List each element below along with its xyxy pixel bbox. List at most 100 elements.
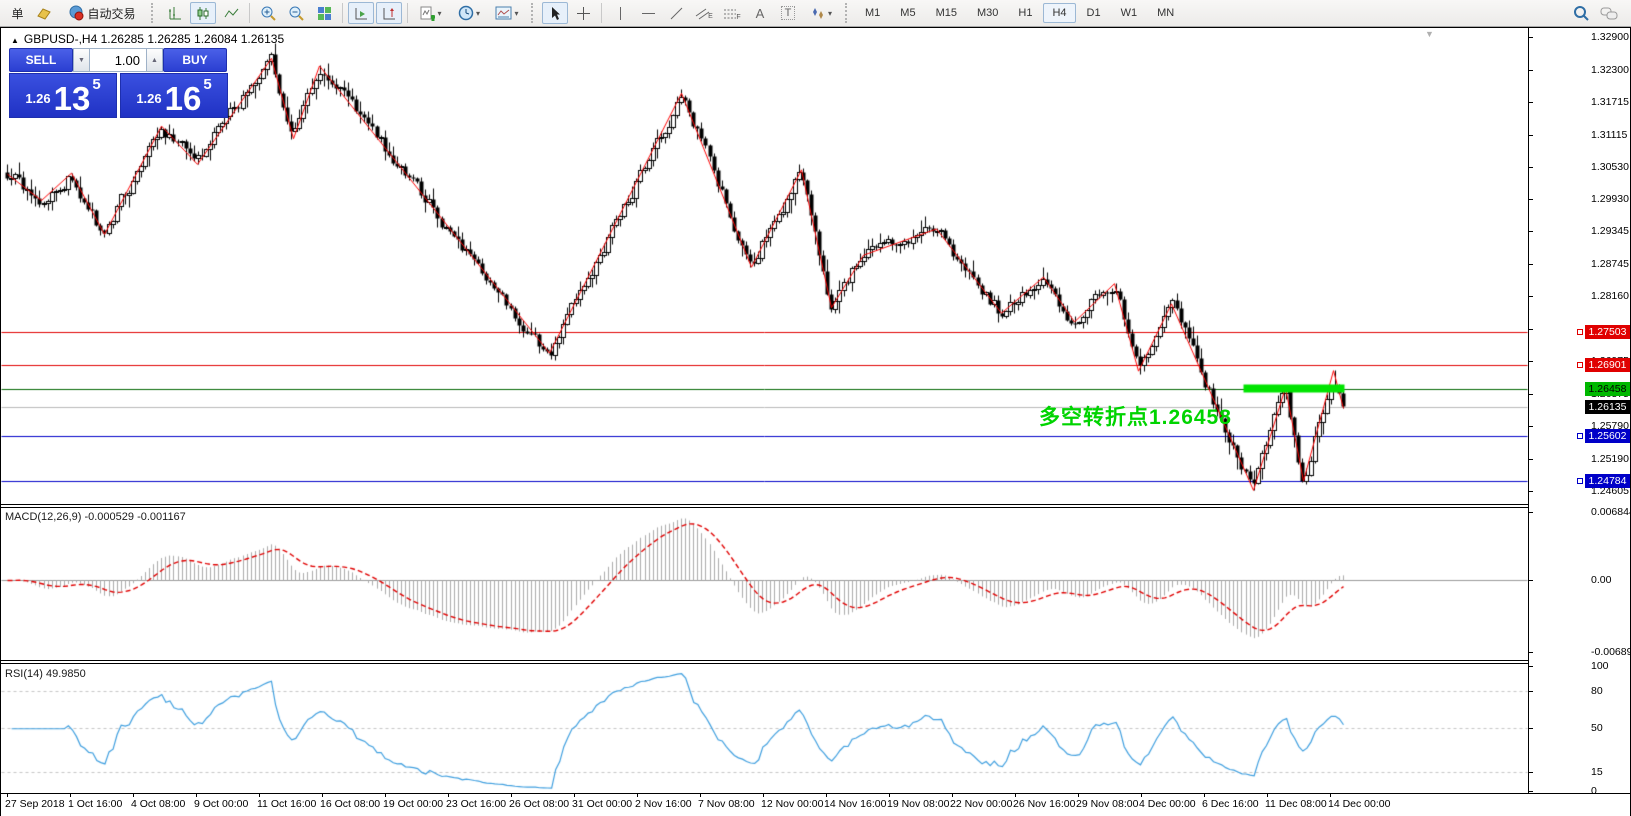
sell-price-big: 13 [54, 85, 91, 113]
time-tick-label: 26 Oct 08:00 [509, 798, 569, 810]
toolbar-drag-handle[interactable] [845, 3, 850, 23]
chevron-down-icon: ▾ [828, 9, 832, 18]
timeframe-m1[interactable]: M1 [856, 3, 889, 23]
axis-tick-mark [1529, 426, 1533, 427]
rsi-tick-label: 50 [1591, 722, 1603, 734]
text-tool-button[interactable]: A [747, 2, 773, 24]
time-tick-mark [1330, 794, 1331, 797]
chat-button[interactable] [1596, 2, 1622, 24]
search-button[interactable] [1568, 2, 1594, 24]
auto-scroll-button[interactable] [348, 2, 374, 24]
text-label-button[interactable]: T [775, 2, 801, 24]
candlestick-chart-button[interactable] [190, 2, 216, 24]
time-tick-label: 12 Nov 00:00 [761, 798, 823, 810]
price-level-tag: 1.27503 [1585, 325, 1630, 339]
price-axis[interactable]: 1.329001.323001.317151.311151.305301.299… [1529, 28, 1630, 793]
axis-tick-mark [1529, 70, 1533, 71]
level-connector-square [1577, 362, 1583, 368]
time-tick-mark [574, 794, 575, 797]
crosshair-button[interactable] [570, 2, 596, 24]
vertical-line-button[interactable] [607, 2, 633, 24]
bar-chart-button[interactable] [162, 2, 188, 24]
channel-glyph: E [708, 13, 713, 20]
buy-price-box[interactable]: 1.26 16 5 [120, 73, 228, 118]
axis-tick-mark [1529, 296, 1533, 297]
equidistant-channel-button[interactable]: E [691, 2, 717, 24]
timeframe-h1[interactable]: H1 [1009, 3, 1041, 23]
tile-windows-button[interactable] [311, 2, 337, 24]
toolbar-right [1567, 2, 1623, 24]
axis-tick-mark [1529, 361, 1533, 362]
new-order-button[interactable]: 单 [3, 2, 29, 24]
time-tick-label: 23 Oct 16:00 [446, 798, 506, 810]
bar-chart-icon [168, 6, 183, 21]
rsi-label: RSI(14) 49.9850 [5, 668, 86, 680]
autotrading-button[interactable]: 自动交易 [59, 2, 145, 24]
price-level-tag: 1.26458 [1585, 382, 1630, 396]
gold-book-icon[interactable] [31, 2, 57, 24]
line-chart-button[interactable] [218, 2, 244, 24]
macd-canvas[interactable] [1, 508, 1528, 660]
toolbar-drag-handle[interactable] [531, 3, 536, 23]
timeframe-h4[interactable]: H4 [1043, 3, 1075, 23]
axis-tick-mark [1529, 772, 1533, 773]
time-axis[interactable]: 27 Sep 20181 Oct 16:004 Oct 08:009 Oct 0… [1, 794, 1630, 816]
buy-price-big: 16 [165, 85, 202, 113]
axis-tick-mark [1529, 135, 1533, 136]
time-tick-label: 16 Oct 08:00 [320, 798, 380, 810]
timeframe-m30[interactable]: M30 [968, 3, 1007, 23]
timeframe-mn[interactable]: MN [1148, 3, 1183, 23]
chart-shift-button[interactable] [376, 2, 402, 24]
chart-title: ▲GBPUSD-,H4 1.26285 1.26285 1.26084 1.26… [11, 32, 284, 46]
time-tick-label: 4 Oct 08:00 [131, 798, 185, 810]
zoom-out-button[interactable] [283, 2, 309, 24]
arrows-icon [810, 6, 826, 21]
volume-increase-button[interactable]: ▲ [146, 48, 163, 72]
zoom-in-button[interactable] [255, 2, 281, 24]
zoom-in-icon [260, 5, 276, 21]
rsi-canvas[interactable] [1, 664, 1528, 793]
timeframe-m15[interactable]: M15 [927, 3, 966, 23]
auto-scroll-icon [354, 6, 369, 21]
timeframe-d1[interactable]: D1 [1078, 3, 1110, 23]
volume-decrease-button[interactable]: ▼ [73, 48, 90, 72]
buy-button[interactable]: BUY [163, 48, 227, 72]
indicators-button[interactable]: ▾ [413, 2, 449, 24]
axis-tick-mark [1529, 102, 1533, 103]
timeframe-w1[interactable]: W1 [1112, 3, 1147, 23]
time-tick-mark [7, 794, 8, 797]
collapse-panel-icon[interactable]: ▲ [11, 36, 19, 45]
candlestick-icon [196, 6, 211, 21]
chart-window: 1.329001.323001.317151.311151.305301.299… [0, 27, 1631, 816]
price-tick-label: 1.28745 [1591, 258, 1629, 270]
price-tick-label: 1.30530 [1591, 161, 1629, 173]
cursor-icon [549, 6, 562, 21]
trendline-button[interactable] [663, 2, 689, 24]
cursor-button[interactable] [542, 2, 568, 24]
sell-button[interactable]: SELL [9, 48, 73, 72]
toolbar-drag-handle[interactable] [151, 3, 156, 23]
volume-input[interactable] [90, 48, 146, 72]
price-chart-canvas[interactable] [1, 29, 1528, 504]
time-tick-mark [700, 794, 701, 797]
horizontal-line-button[interactable] [635, 2, 661, 24]
timeframe-m5[interactable]: M5 [891, 3, 924, 23]
toolbar-separator [342, 3, 343, 23]
spin-down-icon: ▼ [78, 57, 85, 64]
scroll-to-end-marker[interactable]: ▼ [1425, 29, 1434, 39]
time-tick-mark [1204, 794, 1205, 797]
price-level-tag: 1.26135 [1585, 400, 1630, 414]
clock-icon [458, 5, 474, 21]
sell-price-box[interactable]: 1.26 13 5 [9, 73, 117, 118]
templates-button[interactable]: ▾ [489, 2, 525, 24]
periods-button[interactable]: ▾ [451, 2, 487, 24]
fibonacci-button[interactable]: F [719, 2, 745, 24]
time-tick-label: 19 Oct 00:00 [383, 798, 443, 810]
axis-tick-mark [1529, 491, 1533, 492]
axis-tick-mark [1529, 167, 1533, 168]
time-tick-mark [1267, 794, 1268, 797]
fibonacci-glyph: F [736, 14, 740, 21]
arrows-tool-button[interactable]: ▾ [803, 2, 839, 24]
price-level-tag: 1.25602 [1585, 429, 1630, 443]
trendline-icon [669, 6, 684, 21]
